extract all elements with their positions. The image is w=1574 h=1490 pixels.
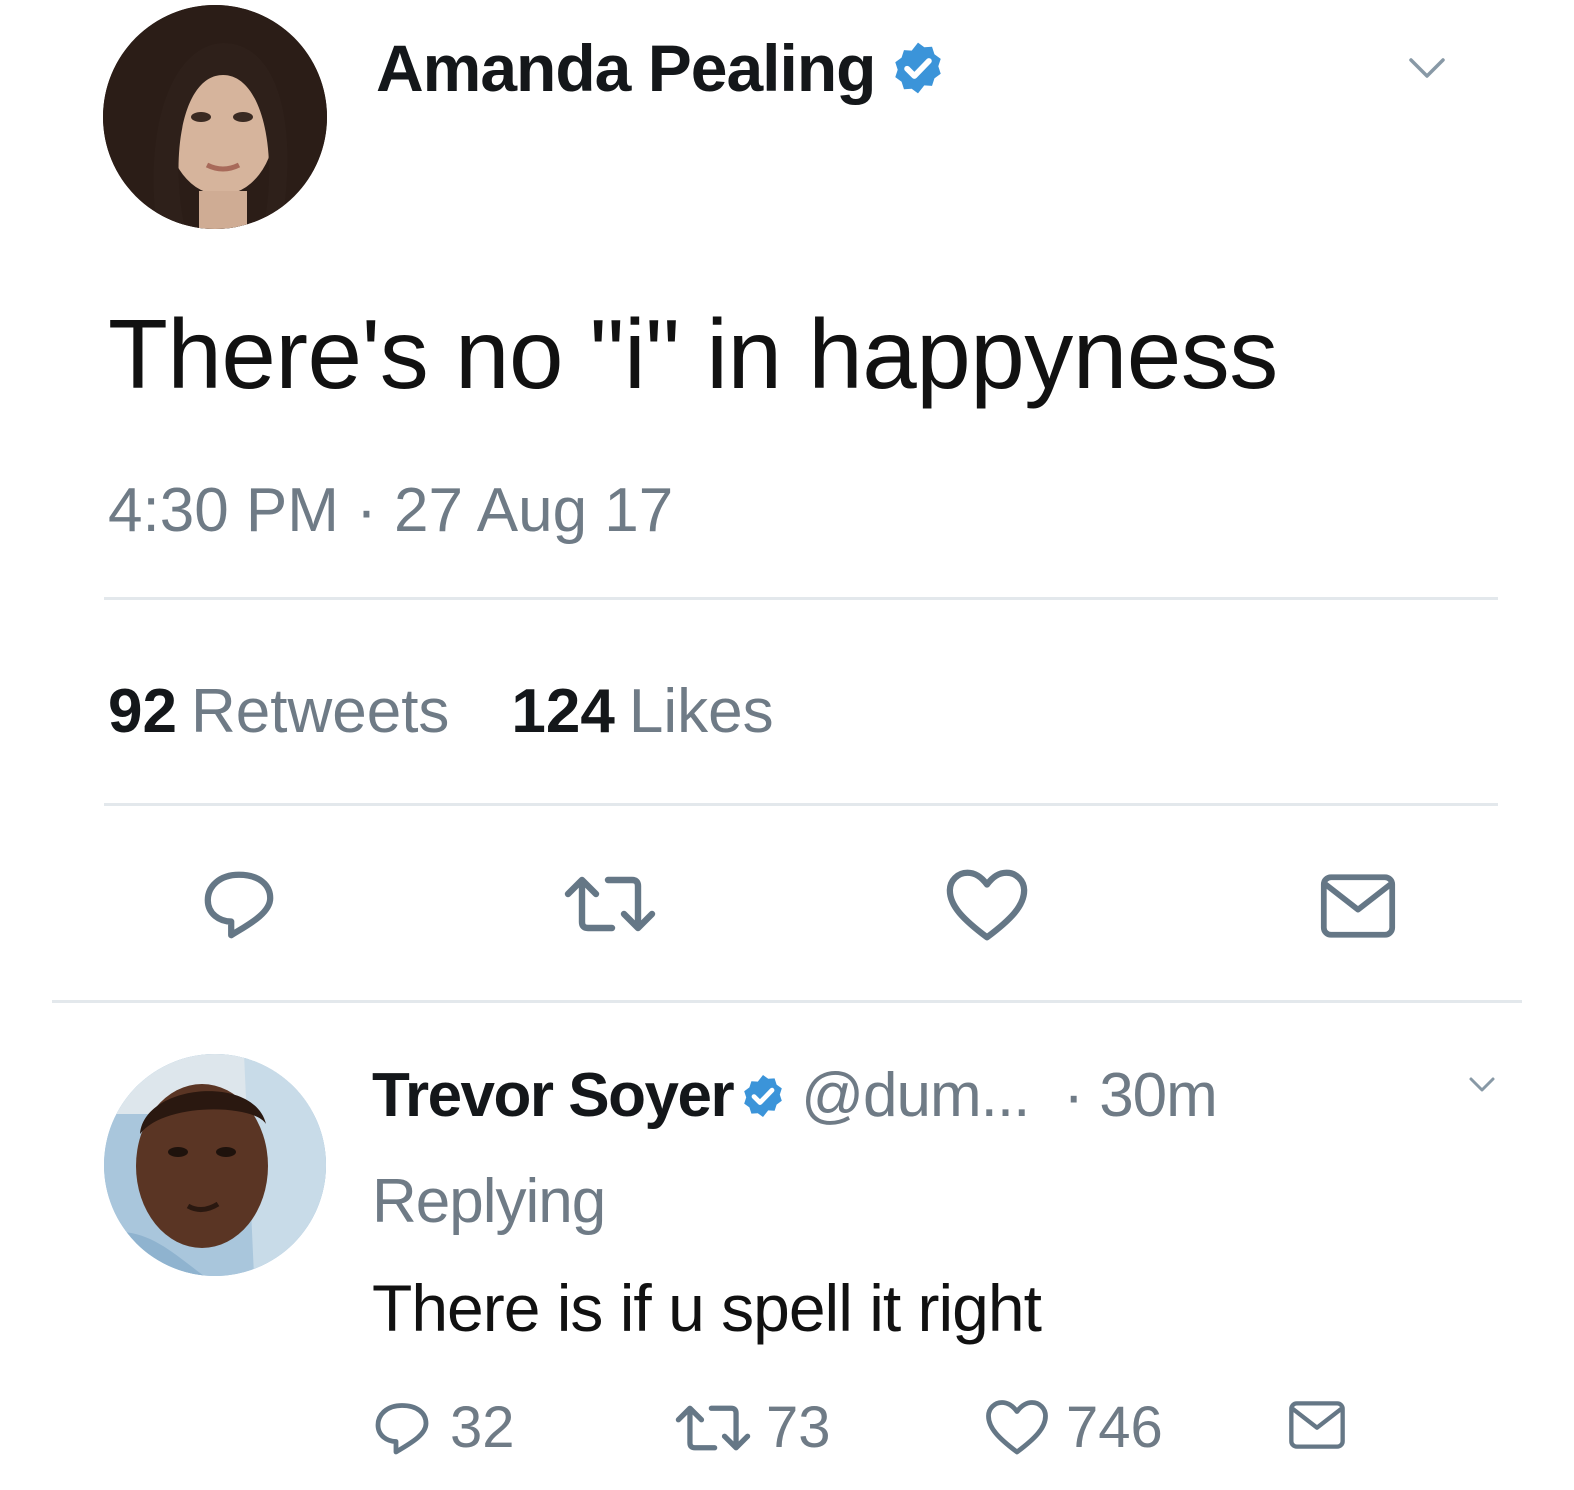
verified-badge-icon (895, 42, 942, 94)
reply-icon[interactable] (200, 865, 278, 943)
author-avatar[interactable] (103, 5, 327, 229)
retweets-count: 92 (108, 677, 177, 746)
avatar-image (103, 5, 327, 229)
retweet-count: 73 (766, 1395, 831, 1460)
engagement-stats: 92 Retweets 124 Likes (108, 676, 836, 747)
likes-count: 124 (511, 677, 615, 746)
author-name[interactable]: Amanda Pealing (376, 30, 876, 106)
chevron-down-icon[interactable] (1468, 1076, 1496, 1094)
reply-author-handle[interactable]: @dum... (801, 1060, 1030, 1131)
like-icon[interactable] (944, 868, 1030, 944)
like-action[interactable]: 746 (984, 1394, 1163, 1461)
likes-label: Likes (628, 677, 774, 746)
direct-message-action[interactable] (1286, 1398, 1348, 1452)
divider (52, 1000, 1522, 1003)
divider (104, 803, 1498, 806)
divider (104, 597, 1498, 600)
reply-action[interactable]: 32 (372, 1394, 515, 1461)
reply-author-name[interactable]: Trevor Soyer (372, 1060, 735, 1131)
direct-message-icon (1289, 1401, 1345, 1449)
retweet-icon (675, 1405, 751, 1450)
like-icon (986, 1399, 1048, 1454)
avatar-image (104, 1054, 326, 1276)
reply-header: Trevor Soyer @dum... · 30m (372, 1060, 1218, 1131)
retweets-label: Retweets (190, 677, 450, 746)
reply-time[interactable]: · 30m (1063, 1060, 1217, 1131)
direct-message-icon[interactable] (1318, 870, 1398, 942)
replying-context[interactable]: Replying (372, 1166, 606, 1237)
retweet-action[interactable]: 73 (672, 1394, 831, 1461)
like-count: 746 (1066, 1395, 1163, 1460)
author-name-row[interactable]: Amanda Pealing (376, 30, 947, 106)
reply-text: There is if u spell it right (372, 1271, 1042, 1345)
reply-author-avatar[interactable] (104, 1054, 326, 1276)
verified-badge-icon (744, 1074, 782, 1117)
reply-count: 32 (450, 1395, 515, 1460)
chevron-down-icon[interactable] (1408, 56, 1446, 80)
retweet-icon[interactable] (562, 870, 658, 938)
retweets-stat[interactable]: 92 Retweets (108, 676, 449, 747)
tweet-text: There's no "i" in happyness (108, 299, 1278, 409)
tweet-timestamp[interactable]: 4:30 PM · 27 Aug 17 (108, 475, 673, 546)
reply-icon (375, 1402, 429, 1454)
likes-stat[interactable]: 124 Likes (511, 676, 773, 747)
